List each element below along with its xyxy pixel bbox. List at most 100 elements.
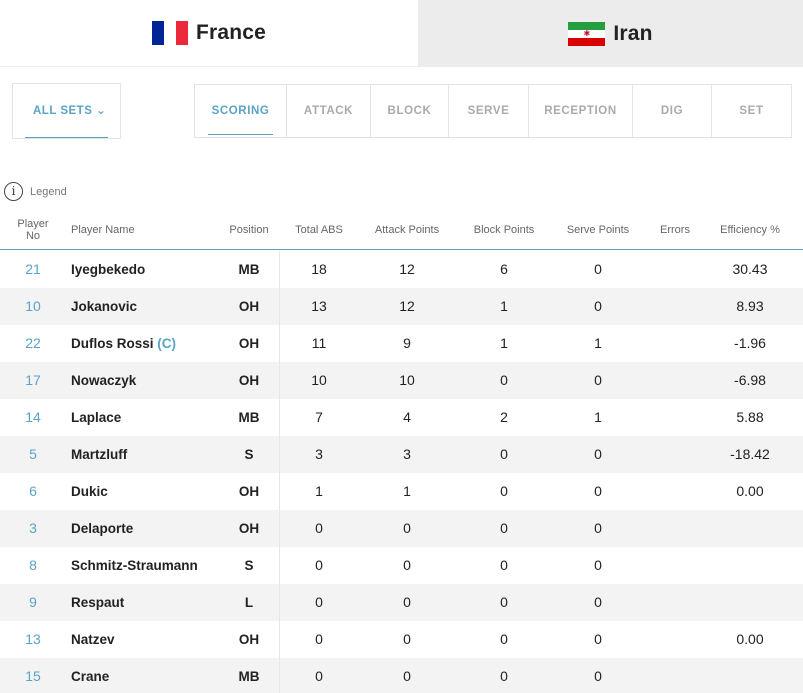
table-row[interactable]: 13 Natzev OH 0 0 0 0 0.00 xyxy=(0,621,803,658)
column-divider xyxy=(279,621,280,658)
block-points-value: 0 xyxy=(500,594,508,610)
player-name[interactable]: Duflos Rossi (C) xyxy=(71,325,176,362)
table-header: Player No Player Name Position Total ABS… xyxy=(0,212,803,250)
legend-toggle[interactable]: i Legend xyxy=(4,182,67,201)
column-divider xyxy=(279,288,280,325)
attack-points-value: 0 xyxy=(403,594,411,610)
table-row[interactable]: 14 Laplace MB 7 4 2 1 5.88 xyxy=(0,399,803,436)
table-body: 21 Iyegbekedo MB 18 12 6 0 30.43 10 Jokanovic OH 13… xyxy=(0,251,803,693)
player-position: OH xyxy=(238,632,260,647)
player-position: S xyxy=(244,447,254,462)
player-position: OH xyxy=(238,299,260,314)
team-tab-france[interactable]: France xyxy=(0,0,418,67)
player-name[interactable]: Nowaczyk xyxy=(71,362,136,399)
iran-flag-icon: ✱ xyxy=(568,21,606,46)
header-efficiency[interactable]: Efficiency % xyxy=(712,224,788,236)
column-divider xyxy=(279,436,280,473)
tab-block[interactable]: BLOCK xyxy=(371,85,449,137)
errors-value xyxy=(645,251,705,288)
player-name[interactable]: Natzev xyxy=(71,621,115,658)
player-name-text: Natzev xyxy=(71,632,115,647)
sets-dropdown[interactable]: ALL SETS ⌄ xyxy=(12,83,121,139)
player-name-text: Delaporte xyxy=(71,521,134,536)
player-name-text: Respaut xyxy=(71,595,125,610)
column-divider xyxy=(279,325,280,362)
attack-points-value: 4 xyxy=(403,409,411,425)
team-tab-iran[interactable]: ✱ Iran xyxy=(418,0,803,67)
table-row[interactable]: 3 Delaporte OH 0 0 0 0 xyxy=(0,510,803,547)
player-name[interactable]: Delaporte xyxy=(71,510,133,547)
attack-points-value: 3 xyxy=(403,446,411,462)
player-name[interactable]: Crane xyxy=(71,658,109,693)
player-position: OH xyxy=(238,484,260,499)
column-divider xyxy=(279,473,280,510)
player-name-text: Duflos Rossi xyxy=(71,336,154,351)
attack-points-value: 1 xyxy=(403,483,411,499)
header-serve-points[interactable]: Serve Points xyxy=(558,224,638,236)
header-player-no[interactable]: Player No xyxy=(6,218,60,242)
info-icon: i xyxy=(4,182,23,201)
tab-dig[interactable]: DIG xyxy=(633,85,712,137)
table-row[interactable]: 22 Duflos Rossi (C) OH 11 9 1 1 -1.96 xyxy=(0,325,803,362)
legend-label: Legend xyxy=(30,185,67,198)
table-row[interactable]: 17 Nowaczyk OH 10 10 0 0 -6.98 xyxy=(0,362,803,399)
serve-points-value: 0 xyxy=(594,594,602,610)
player-number: 14 xyxy=(25,409,41,425)
player-name[interactable]: Martzluff xyxy=(71,436,127,473)
tab-scoring[interactable]: SCORING xyxy=(195,85,287,137)
block-points-value: 0 xyxy=(500,668,508,684)
total-abs-value: 18 xyxy=(311,261,327,277)
table-row[interactable]: 6 Dukic OH 1 1 0 0 0.00 xyxy=(0,473,803,510)
attack-points-value: 9 xyxy=(403,335,411,351)
player-position: MB xyxy=(238,410,260,425)
efficiency-value: 0.00 xyxy=(736,483,764,499)
tab-serve[interactable]: SERVE xyxy=(449,85,529,137)
errors-value xyxy=(645,436,705,473)
player-number: 13 xyxy=(25,631,41,647)
player-number: 22 xyxy=(25,335,41,351)
errors-value xyxy=(645,621,705,658)
table-row[interactable]: 15 Crane MB 0 0 0 0 xyxy=(0,658,803,693)
player-name[interactable]: Jokanovic xyxy=(71,288,137,325)
tab-reception[interactable]: RECEPTION xyxy=(529,85,633,137)
column-divider xyxy=(279,510,280,547)
tab-attack[interactable]: ATTACK xyxy=(287,85,371,137)
header-errors[interactable]: Errors xyxy=(645,224,705,236)
player-name[interactable]: Dukic xyxy=(71,473,108,510)
table-row[interactable]: 10 Jokanovic OH 13 12 1 0 8.93 xyxy=(0,288,803,325)
tab-set[interactable]: SET xyxy=(712,85,791,137)
block-points-value: 1 xyxy=(500,335,508,351)
errors-value xyxy=(645,288,705,325)
header-position[interactable]: Position xyxy=(226,224,272,236)
total-abs-value: 10 xyxy=(311,372,327,388)
block-points-value: 6 xyxy=(500,261,508,277)
serve-points-value: 1 xyxy=(594,335,602,351)
player-name[interactable]: Respaut xyxy=(71,584,124,621)
player-name[interactable]: Schmitz-Straumann xyxy=(71,547,198,584)
table-row[interactable]: 21 Iyegbekedo MB 18 12 6 0 30.43 xyxy=(0,251,803,288)
player-name-text: Nowaczyk xyxy=(71,373,137,388)
efficiency-value xyxy=(719,510,781,547)
player-name[interactable]: Laplace xyxy=(71,399,121,436)
player-number: 5 xyxy=(29,446,37,462)
total-abs-value: 0 xyxy=(315,594,323,610)
header-block-points[interactable]: Block Points xyxy=(464,224,544,236)
header-player-no-line2: No xyxy=(25,230,41,242)
table-row[interactable]: 5 Martzluff S 3 3 0 0 -18.42 xyxy=(0,436,803,473)
errors-value xyxy=(645,399,705,436)
total-abs-value: 7 xyxy=(315,409,323,425)
player-name-text: Dukic xyxy=(71,484,108,499)
table-row[interactable]: 9 Respaut L 0 0 0 0 xyxy=(0,584,803,621)
header-player-name[interactable]: Player Name xyxy=(71,224,135,236)
header-total-abs[interactable]: Total ABS xyxy=(284,224,354,236)
table-row[interactable]: 8 Schmitz-Straumann S 0 0 0 0 xyxy=(0,547,803,584)
player-number: 17 xyxy=(25,372,41,388)
player-name[interactable]: Iyegbekedo xyxy=(71,251,145,288)
errors-value xyxy=(645,473,705,510)
total-abs-value: 0 xyxy=(315,631,323,647)
total-abs-value: 11 xyxy=(311,335,327,351)
errors-value xyxy=(645,325,705,362)
header-attack-points[interactable]: Attack Points xyxy=(367,224,447,236)
sets-underline xyxy=(25,137,108,138)
efficiency-value: 5.88 xyxy=(736,409,764,425)
